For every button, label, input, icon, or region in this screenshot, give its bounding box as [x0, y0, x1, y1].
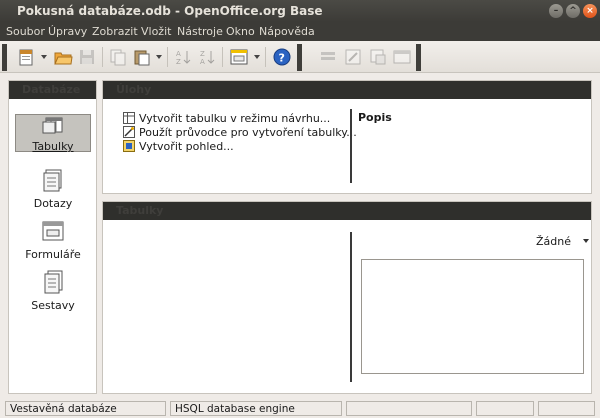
task-label: Vytvořit tabulku v režimu návrhu...	[139, 112, 331, 125]
description-label: Popis	[358, 111, 392, 124]
design-table-icon	[123, 112, 135, 124]
paste-icon[interactable]	[132, 47, 152, 67]
preview-select-value: Žádné	[536, 235, 571, 248]
panel-divider	[350, 232, 352, 382]
preview-select[interactable]: Žádné	[536, 235, 589, 248]
window-title: Pokusná databáze.odb - OpenOffice.org Ba…	[17, 4, 323, 18]
menu-zobrazit[interactable]: Zobrazit	[92, 25, 138, 38]
chevron-down-icon[interactable]	[156, 55, 162, 59]
menu-soubor[interactable]: Soubor	[6, 25, 45, 38]
tasks-panel: Úlohy Vytvořit tabulku v režimu návrhu..…	[102, 80, 592, 194]
toolbar: AZ ZA ?	[0, 41, 600, 73]
svg-text:A: A	[200, 58, 205, 66]
title-bar: Pokusná databáze.odb - OpenOffice.org Ba…	[0, 0, 600, 22]
sidebar-item-label: Tabulky	[32, 140, 74, 153]
task-table-wizard[interactable]: Použít průvodce pro vytvoření tabulky...	[123, 126, 357, 139]
forms-icon	[39, 218, 67, 246]
open-folder-icon[interactable]	[53, 47, 73, 67]
sidebar-item-queries[interactable]: Dotazy	[15, 167, 91, 210]
chevron-down-icon[interactable]	[254, 55, 260, 59]
minimize-icon[interactable]: –	[549, 4, 563, 18]
toolbar-separator	[167, 47, 168, 67]
panel-divider	[350, 109, 352, 183]
query-icon[interactable]	[318, 47, 338, 67]
toolbar-separator	[265, 47, 266, 67]
task-label: Použít průvodce pro vytvoření tabulky...	[139, 126, 357, 139]
sidebar-item-reports[interactable]: Sestavy	[15, 269, 91, 312]
status-engine: HSQL database engine	[170, 401, 342, 416]
status-bar: Vestavěná databáze HSQL database engine	[0, 400, 600, 418]
database-panel: Databáze Tabulky Dotazy Formuláře Sestav…	[8, 80, 97, 394]
svg-text:A: A	[176, 50, 181, 58]
menu-okno[interactable]: Okno	[226, 25, 255, 38]
menu-nastroje[interactable]: Nástroje	[177, 25, 223, 38]
status-cell-5	[538, 401, 595, 416]
maximize-icon[interactable]: ^	[566, 4, 580, 18]
database-panel-header: Databáze	[9, 81, 96, 99]
delete-icon[interactable]	[392, 47, 412, 67]
task-label: Vytvořit pohled...	[139, 140, 234, 153]
tables-panel: Tabulky Žádné	[102, 201, 592, 394]
task-create-table-design[interactable]: Vytvořit tabulku v režimu návrhu...	[123, 112, 330, 125]
menu-upravy[interactable]: Úpravy	[48, 25, 87, 38]
view-icon	[123, 140, 135, 152]
tables-icon	[40, 116, 66, 138]
help-icon[interactable]: ?	[272, 47, 292, 67]
svg-text:Z: Z	[176, 58, 181, 66]
form-icon[interactable]	[229, 47, 249, 67]
status-database-type: Vestavěná databáze	[5, 401, 166, 416]
svg-text:?: ?	[279, 52, 285, 65]
menu-vlozit[interactable]: Vložit	[141, 25, 171, 38]
sort-descending-icon[interactable]: ZA	[197, 47, 217, 67]
tables-panel-header: Tabulky	[103, 202, 591, 220]
sidebar-item-tables[interactable]: Tabulky	[15, 114, 91, 153]
edit-icon[interactable]	[343, 47, 363, 67]
task-create-view[interactable]: Vytvořit pohled...	[123, 140, 234, 153]
chevron-down-icon[interactable]	[41, 55, 47, 59]
toolbar-grip[interactable]	[416, 44, 421, 71]
toolbar-separator	[102, 47, 103, 67]
toolbar-separator	[222, 47, 223, 67]
rename-icon[interactable]	[368, 47, 388, 67]
svg-text:Z: Z	[200, 50, 205, 58]
menu-bar: Soubor Úpravy Zobrazit Vložit Nástroje O…	[0, 22, 600, 41]
save-icon[interactable]	[77, 47, 97, 67]
close-icon[interactable]: ×	[583, 4, 597, 18]
sort-ascending-icon[interactable]: AZ	[173, 47, 193, 67]
copy-icon[interactable]	[108, 47, 128, 67]
sidebar-item-label: Formuláře	[25, 248, 81, 261]
status-cell-3	[346, 401, 472, 416]
chevron-down-icon	[582, 239, 589, 243]
toolbar-grip[interactable]	[297, 44, 302, 71]
queries-icon	[39, 167, 67, 195]
tables-list[interactable]	[103, 221, 350, 393]
sidebar-item-label: Sestavy	[31, 299, 75, 312]
wizard-icon	[123, 126, 135, 138]
status-cell-4	[476, 401, 534, 416]
tasks-panel-header: Úlohy	[103, 81, 591, 99]
toolbar-grip[interactable]	[2, 44, 7, 71]
sidebar-item-forms[interactable]: Formuláře	[15, 218, 91, 261]
reports-icon	[39, 269, 67, 297]
preview-area	[361, 259, 584, 374]
sidebar-item-label: Dotazy	[33, 197, 73, 210]
new-document-icon[interactable]	[16, 47, 36, 67]
menu-napoveda[interactable]: Nápověda	[259, 25, 315, 38]
